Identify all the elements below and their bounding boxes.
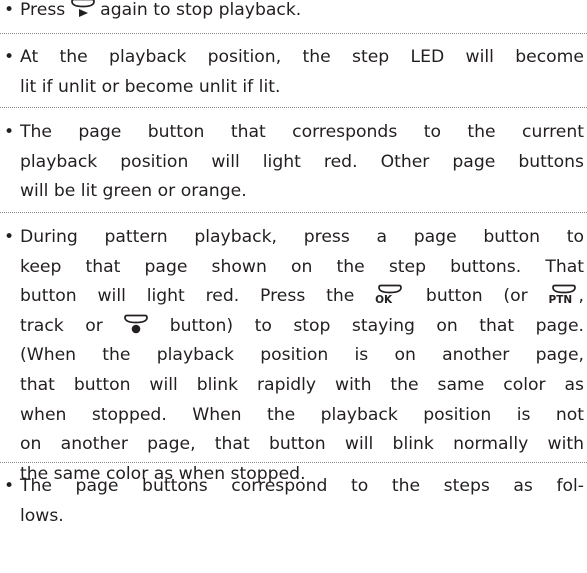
text-run: button) to stop staying on that page.: [148, 315, 584, 336]
ptn-key-icon: PTN: [548, 283, 579, 307]
text-run: During pattern playback, press a page bu…: [20, 227, 584, 247]
text-line: when stopped. When the playback position…: [4, 401, 584, 431]
text-line: keep that page shown on the step buttons…: [4, 253, 584, 283]
text-line: will be lit green or orange.: [4, 177, 584, 207]
text-run: keep that page shown on the step buttons…: [20, 256, 584, 277]
text-run: track or: [20, 315, 125, 336]
text-line: lit if unlit or become unlit if lit.: [4, 73, 584, 103]
text-run: will be lit green or orange.: [20, 181, 247, 202]
text-run: that button will blink rapidly with the …: [20, 374, 584, 395]
bullet-marker: •: [4, 0, 15, 20]
text-line: lows.: [4, 502, 584, 532]
bullet-marker: •: [4, 47, 15, 67]
bullet-marker: •: [4, 122, 15, 142]
text-run: lit if unlit or become unlit if lit.: [20, 76, 281, 97]
manual-page: • Press again to stop playback. • At the pl…: [0, 0, 587, 573]
ptn-key-label: PTN: [548, 294, 573, 307]
text-line: (When the playback position is on anothe…: [4, 341, 584, 371]
text-run: Press: [20, 0, 71, 20]
text-line: • Press again to stop playback.: [4, 0, 584, 26]
text-line: track or button) to stop staying on that…: [4, 312, 584, 342]
text-run: (When the playback position is on anothe…: [20, 345, 584, 366]
text-run: The page button that corresponds to the …: [20, 122, 584, 142]
text-line: • The page buttons correspond to the step…: [4, 472, 584, 502]
text-line: on another page, that button will blink …: [4, 430, 584, 460]
rec-key-icon: [124, 313, 149, 335]
bullet-item: • During pattern playback, press a page b…: [4, 223, 584, 489]
text-run: At the playback position, the step LED w…: [20, 47, 584, 67]
text-run: lows.: [20, 505, 64, 526]
text-line: • During pattern playback, press a page b…: [4, 223, 584, 253]
bullet-item: • The page button that corresponds to the…: [4, 118, 584, 207]
text-line: • The page button that corresponds to the…: [4, 118, 584, 148]
text-line: that button will blink rapidly with the …: [4, 371, 584, 401]
text-run: button will light red. Press the: [20, 286, 376, 307]
text-run: button (or: [405, 286, 549, 307]
dotted-divider: [0, 107, 587, 108]
bullet-item: • Press again to stop playback.: [4, 0, 584, 26]
text-line: • At the playback position, the step LED …: [4, 43, 584, 73]
text-run: ,: [578, 286, 584, 307]
ok-key-label: OK: [375, 294, 393, 307]
bullet-marker: •: [4, 476, 15, 496]
bullet-item: • At the playback position, the step LED …: [4, 43, 584, 102]
text-run: on another page, that button will blink …: [20, 434, 584, 455]
play-key-icon: [70, 0, 95, 19]
bullet-item: • The page buttons correspond to the step…: [4, 472, 584, 531]
text-run: The page buttons correspond to the steps…: [20, 476, 584, 496]
text-line: playback position will light red. Other …: [4, 148, 584, 178]
text-run: playback position will light red. Other …: [20, 151, 584, 172]
dotted-divider: [0, 33, 587, 34]
dotted-divider: [0, 462, 587, 463]
ok-key-icon: OK: [375, 283, 405, 307]
dotted-divider: [0, 212, 587, 213]
text-run: when stopped. When the playback position…: [20, 404, 584, 425]
bullet-marker: •: [4, 227, 15, 247]
text-line: button will light red. Press the OK butt…: [4, 282, 584, 312]
text-run: again to stop playback.: [94, 0, 302, 20]
